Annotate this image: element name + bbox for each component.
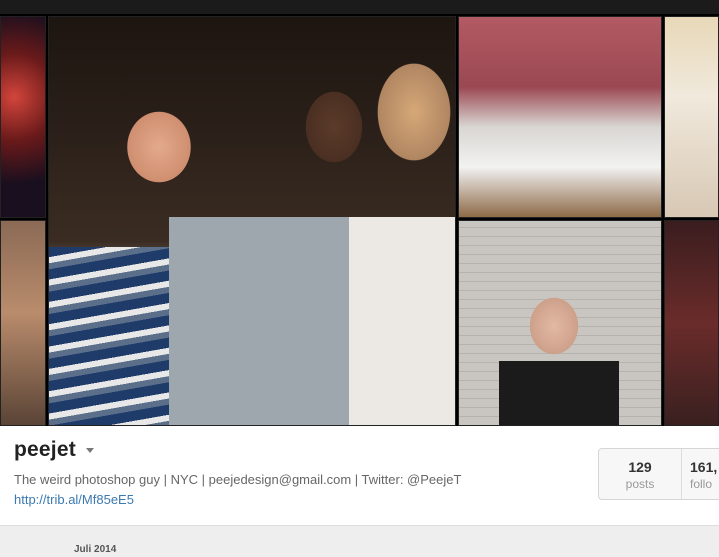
photo-grid: [0, 14, 719, 426]
posts-count: 129: [628, 459, 652, 475]
followers-stat[interactable]: 161, follo: [682, 449, 719, 499]
photo-detail: [349, 217, 455, 425]
photo-tile[interactable]: [0, 16, 46, 218]
profile-stats: 129 posts 161, follo: [598, 448, 719, 500]
posts-label: posts: [625, 477, 655, 491]
photo-tile[interactable]: [664, 220, 719, 426]
profile-link[interactable]: http://trib.al/Mf85eE5: [14, 492, 134, 507]
photo-detail: [169, 217, 379, 425]
photo-tile[interactable]: [664, 16, 719, 218]
chevron-down-icon[interactable]: [86, 448, 94, 453]
timeline-month: Juli 2014: [74, 544, 117, 555]
photo-tile[interactable]: [458, 16, 662, 218]
username[interactable]: peejet: [14, 438, 76, 462]
posts-stat[interactable]: 129 posts: [599, 449, 682, 499]
photo-tile[interactable]: [0, 220, 46, 426]
followers-label: follo: [690, 477, 713, 491]
top-bar: [0, 0, 719, 14]
photo-detail: [499, 361, 619, 425]
photo-tile[interactable]: [458, 220, 662, 426]
profile-header: peejet The weird photoshop guy | NYC | p…: [0, 426, 719, 526]
photo-tile-featured[interactable]: [48, 16, 456, 426]
photo-detail: [49, 247, 174, 425]
followers-count: 161,: [690, 459, 718, 475]
profile-bio: The weird photoshop guy | NYC | peejedes…: [14, 472, 462, 487]
